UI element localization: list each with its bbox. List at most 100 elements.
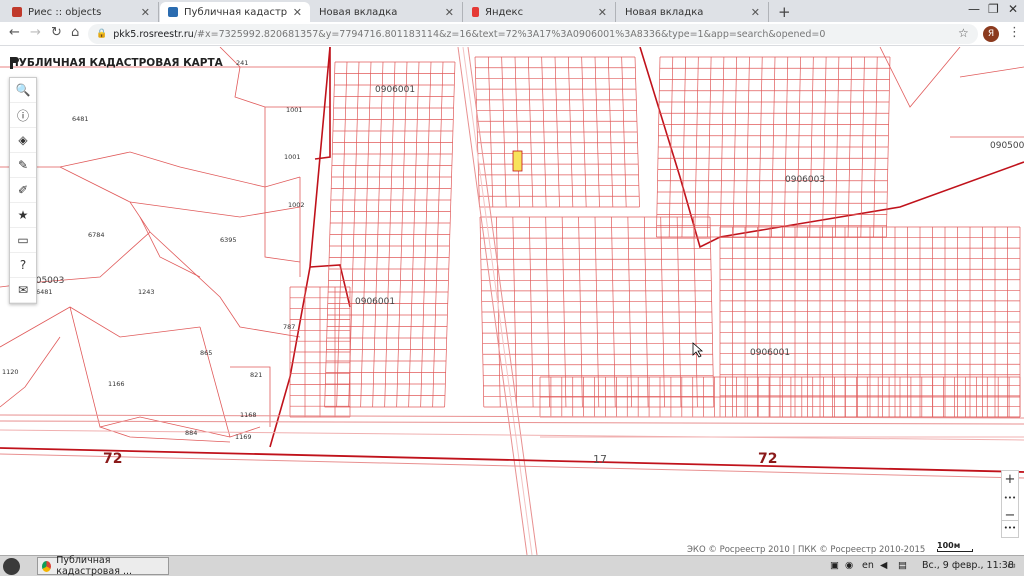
tab-label: Новая вкладка: [319, 6, 398, 18]
parcel-number: 1001: [284, 153, 301, 161]
browser-toolbar: ← → ↻ ⌂ 🔒 pkk5.rosreestr.ru /#x=7325992.…: [0, 22, 1024, 46]
parcel-number: 865: [200, 349, 212, 357]
map-brand: ПУБЛИЧНАЯ КАДАСТРОВАЯ КАРТА: [10, 57, 223, 69]
tab-new-1[interactable]: Новая вкладка ✕: [311, 2, 463, 22]
parcel-number: 1166: [108, 380, 125, 388]
parcel-number: 1002: [288, 201, 305, 209]
parcel-number: 1169: [235, 433, 252, 441]
map-tools-panel: 🔍 ⓘ ◈ ✎ ✐ ★ ▭? ✉: [9, 77, 37, 304]
chrome-icon: [42, 560, 52, 572]
region-label: 0906001: [355, 297, 395, 307]
parcel-number: 821: [250, 371, 262, 379]
mail-icon[interactable]: ✉: [10, 278, 36, 303]
lock-icon: 🔒: [96, 29, 108, 39]
clock[interactable]: Вс., 9 февр., 11:38: [922, 560, 1014, 571]
yandex-favicon-icon: [472, 7, 479, 17]
road-label: 72: [758, 451, 777, 467]
region-label: 0905002: [990, 141, 1024, 151]
tray-network-icon[interactable]: ▣: [830, 560, 839, 571]
large-parcel-numbers: 241 1001 1001 1002 6481 6784 6395 6481 1…: [2, 59, 305, 441]
close-tab-icon[interactable]: ✕: [598, 6, 607, 19]
road-label: 72: [103, 451, 122, 467]
close-tab-icon[interactable]: ✕: [445, 6, 454, 19]
copyright-text: ЭКО © Росреестр 2010 | ПКК © Росреестр 2…: [687, 545, 926, 555]
forward-arrow-icon[interactable]: →: [30, 25, 41, 40]
close-window-icon[interactable]: ✕: [1008, 2, 1018, 16]
map-title: ПУБЛИЧНАЯ КАДАСТРОВАЯ КАРТА: [10, 57, 223, 69]
zoom-control: + ••• −: [1001, 470, 1019, 526]
more-options-button[interactable]: •••: [1001, 520, 1019, 538]
parcel-number: 884: [185, 429, 197, 437]
tab-label: Новая вкладка: [625, 6, 704, 18]
parcel-number: 1001: [286, 106, 303, 114]
map-canvas[interactable]: 0906001 0906003 0905002 705003 0906001 0…: [0, 47, 1024, 555]
back-arrow-icon[interactable]: ←: [9, 25, 20, 40]
parcel-number: 1168: [240, 411, 257, 419]
address-bar[interactable]: 🔒 pkk5.rosreestr.ru /#x=7325992.82068135…: [88, 24, 978, 44]
vertical-road: [457, 47, 538, 555]
url-path: /#x=7325992.820681357&y=7794716.80118311…: [193, 28, 826, 40]
help-icon[interactable]: ?: [10, 253, 36, 278]
parcel-number: 241: [236, 59, 248, 67]
tab-cadastral-map[interactable]: Публичная кадастровая ка ✕: [160, 2, 310, 22]
battery-icon[interactable]: ▤: [898, 560, 907, 571]
tab-strip: Риес :: objects ✕ Публичная кадастровая …: [0, 0, 1024, 22]
taskbar-item-label: Публичная кадастровая ...: [56, 555, 132, 577]
parcel-number: 1120: [2, 368, 19, 376]
avatar[interactable]: Я: [983, 26, 999, 42]
parcel-number: 787: [283, 323, 295, 331]
maximize-icon[interactable]: ❐: [988, 2, 999, 16]
parcel-number: 1243: [138, 288, 155, 296]
highlighted-parcel[interactable]: [512, 150, 523, 172]
pencil-icon[interactable]: ✎: [10, 153, 36, 178]
region-label: 0906001: [750, 348, 790, 358]
tab-label: Яндекс: [485, 6, 524, 18]
tab-label: Риес :: objects: [28, 6, 102, 18]
small-parcels: [289, 56, 1021, 418]
close-tab-icon[interactable]: ✕: [751, 6, 760, 19]
zoom-level-indicator[interactable]: •••: [1002, 489, 1018, 507]
layers-icon[interactable]: ◈: [10, 128, 36, 153]
parcel-number: 6395: [220, 236, 237, 244]
road-label: 17: [593, 453, 607, 466]
os-taskbar: Публичная кадастровая ... ▣ ◉ en ◀ ▤ Вс.…: [0, 555, 1024, 577]
keyboard-layout[interactable]: en: [862, 560, 874, 571]
parcel-number: 6481: [36, 288, 53, 296]
scale-bar: [937, 549, 973, 552]
start-menu-button[interactable]: [3, 558, 20, 575]
notifications-icon[interactable]: ▭: [1007, 560, 1016, 571]
search-icon[interactable]: 🔍: [10, 78, 36, 103]
mouse-cursor-icon: [692, 342, 704, 358]
close-tab-icon[interactable]: ✕: [141, 6, 150, 19]
pkk-logo-icon: [10, 57, 19, 69]
url-domain: pkk5.rosreestr.ru: [113, 28, 194, 40]
print-icon[interactable]: ▭: [10, 228, 36, 253]
volume-icon[interactable]: ◀: [880, 560, 887, 571]
menu-kebab-icon[interactable]: ⋮: [1008, 25, 1021, 40]
zoom-in-button[interactable]: +: [1002, 471, 1018, 489]
home-icon[interactable]: ⌂: [71, 25, 79, 40]
ries-favicon-icon: [12, 7, 22, 17]
region-label: 0906001: [375, 85, 415, 95]
tab-yandex[interactable]: Яндекс ✕: [464, 2, 616, 22]
tray-skype-icon[interactable]: ◉: [845, 560, 853, 571]
close-tab-icon[interactable]: ✕: [293, 6, 302, 19]
cadastral-map[interactable]: 0906001 0906003 0905002 705003 0906001 0…: [0, 47, 1024, 555]
taskbar-chrome-window[interactable]: Публичная кадастровая ...: [37, 555, 169, 577]
info-icon[interactable]: ⓘ: [10, 103, 36, 128]
ruler-icon[interactable]: ✐: [10, 178, 36, 203]
region-label: 0906003: [785, 175, 825, 185]
new-tab-button[interactable]: +: [778, 3, 791, 21]
region-labels: 0906001 0906003 0905002 705003 0906001 0…: [30, 85, 1024, 358]
parcel-number: 6481: [72, 115, 89, 123]
tab-new-2[interactable]: Новая вкладка ✕: [617, 2, 769, 22]
reload-icon[interactable]: ↻: [51, 25, 62, 40]
tab-ries-objects[interactable]: Риес :: objects ✕: [4, 2, 159, 22]
parcel-number: 6784: [88, 231, 105, 239]
star-icon[interactable]: ★: [10, 203, 36, 228]
tab-label: Публичная кадастровая ка: [184, 6, 287, 18]
pkk-favicon-icon: [168, 7, 178, 17]
large-parcels: [0, 47, 1024, 443]
minimize-icon[interactable]: —: [968, 2, 980, 16]
bookmark-star-icon[interactable]: ☆: [958, 26, 969, 40]
